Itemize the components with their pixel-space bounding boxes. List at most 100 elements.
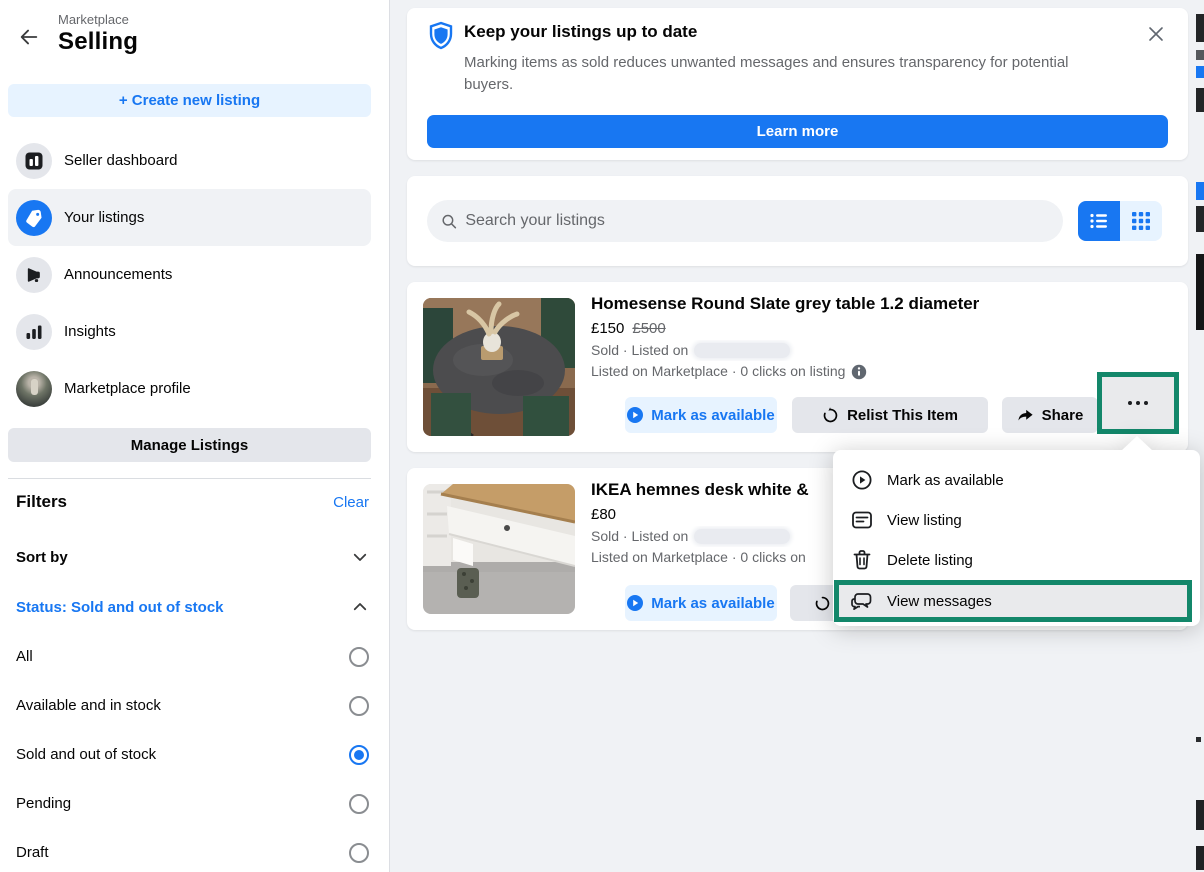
menu-item-mark-as-available[interactable]: Mark as available [833, 460, 1200, 500]
mark-as-available-button[interactable]: Mark as available [625, 397, 777, 433]
screen-artifact [1196, 254, 1204, 330]
chevron-up-icon [351, 598, 369, 616]
listing-price: £150 [591, 320, 624, 337]
radio-draft[interactable] [349, 843, 369, 863]
context-menu: Mark as available View listing Delete li… [833, 450, 1200, 626]
search-input[interactable] [465, 212, 1049, 230]
listing-meta: Listed on Marketplace · 0 clicks on [591, 547, 806, 568]
status-option-draft[interactable]: Draft [16, 828, 369, 872]
sidebar-item-seller-dashboard[interactable]: Seller dashboard [8, 132, 371, 189]
screen-artifact [1196, 14, 1204, 42]
listing-image-table[interactable] [423, 298, 575, 436]
back-arrow-icon [18, 26, 40, 48]
info-banner: Keep your listings up to date Marking it… [407, 8, 1188, 160]
search-card [407, 176, 1188, 266]
sidebar-header: Marketplace Selling [14, 12, 373, 56]
sidebar-item-label: Your listings [64, 209, 144, 226]
share-button[interactable]: Share [1002, 397, 1098, 433]
listing-meta: Listed on Marketplace · 0 clicks on list… [591, 361, 845, 382]
trash-icon [851, 550, 873, 570]
avatar [16, 371, 52, 407]
sidebar-nav: Seller dashboard Your listings Announcem… [8, 132, 371, 417]
menu-item-label: Delete listing [887, 552, 973, 569]
screen-artifact [1196, 206, 1204, 232]
option-label: Sold and out of stock [16, 746, 156, 763]
status-filter-label: Status: Sold and out of stock [16, 599, 224, 616]
sidebar-item-label: Insights [64, 323, 116, 340]
mark-as-available-button[interactable]: Mark as available [625, 585, 777, 621]
sidebar-item-label: Seller dashboard [64, 152, 177, 169]
clear-filters-link[interactable]: Clear [333, 494, 369, 511]
screen-artifact [1196, 800, 1204, 830]
relist-icon [822, 407, 839, 424]
list-view-icon [1089, 212, 1109, 230]
grid-view-button[interactable] [1120, 201, 1162, 241]
list-view-button[interactable] [1078, 201, 1120, 241]
sidebar-item-insights[interactable]: Insights [8, 303, 371, 360]
menu-item-delete-listing[interactable]: Delete listing [833, 540, 1200, 580]
search-bar[interactable] [427, 200, 1063, 242]
listing-price: £80 [591, 506, 616, 523]
main-content: Keep your listings up to date Marking it… [390, 0, 1204, 872]
filters-heading: Filters [16, 492, 67, 512]
radio-all[interactable] [349, 647, 369, 667]
dashboard-icon [16, 143, 52, 179]
view-toggle [1078, 201, 1162, 241]
listing-original-price: £500 [632, 320, 665, 337]
status-option-pending[interactable]: Pending [16, 779, 369, 828]
relist-icon [814, 595, 831, 612]
create-new-listing-button[interactable]: + Create new listing [8, 84, 371, 117]
play-circle-icon [851, 470, 873, 490]
status-option-sold[interactable]: Sold and out of stock [16, 730, 369, 779]
breadcrumb: Marketplace [58, 12, 138, 27]
chat-icon [851, 591, 873, 611]
close-icon[interactable] [1142, 20, 1170, 48]
tag-icon [16, 200, 52, 236]
menu-item-view-messages[interactable]: View messages [834, 580, 1192, 622]
insights-icon [16, 314, 52, 350]
relist-this-item-button[interactable]: Relist This Item [792, 397, 988, 433]
screen-artifact [1196, 737, 1201, 742]
menu-notch [1121, 436, 1153, 451]
divider [8, 478, 371, 479]
menu-item-view-listing[interactable]: View listing [833, 500, 1200, 540]
manage-listings-button[interactable]: Manage Listings [8, 428, 371, 462]
screen-artifact [1196, 88, 1204, 112]
sidebar-item-marketplace-profile[interactable]: Marketplace profile [8, 360, 371, 417]
menu-item-label: Mark as available [887, 472, 1004, 489]
listing-status: Sold · Listed on [591, 526, 688, 547]
radio-sold-selected[interactable] [349, 745, 369, 765]
sidebar-item-your-listings[interactable]: Your listings [8, 189, 371, 246]
play-circle-icon [627, 407, 643, 423]
document-icon [851, 511, 873, 529]
info-icon[interactable] [851, 364, 867, 380]
redacted-date [694, 343, 790, 358]
share-icon [1017, 407, 1034, 424]
sidebar-item-announcements[interactable]: Announcements [8, 246, 371, 303]
back-button[interactable] [14, 22, 44, 52]
learn-more-button[interactable]: Learn more [427, 115, 1168, 148]
search-icon [441, 213, 457, 230]
sidebar-item-label: Announcements [64, 266, 172, 283]
play-circle-icon [627, 595, 643, 611]
status-option-available[interactable]: Available and in stock [16, 681, 369, 730]
listing-card-table: Homesense Round Slate grey table 1.2 dia… [407, 282, 1188, 452]
redacted-date [694, 529, 790, 544]
listing-status: Sold · Listed on [591, 340, 688, 361]
sort-by-row[interactable]: Sort by [16, 548, 369, 566]
status-filter-row[interactable]: Status: Sold and out of stock [16, 598, 369, 616]
radio-available[interactable] [349, 696, 369, 716]
listing-title[interactable]: Homesense Round Slate grey table 1.2 dia… [591, 292, 1176, 316]
screen-artifact [1196, 50, 1204, 60]
sidebar: Marketplace Selling + Create new listing… [0, 0, 390, 872]
status-option-all[interactable]: All [16, 632, 369, 681]
more-options-button[interactable] [1097, 372, 1179, 434]
status-options: All Available and in stock Sold and out … [16, 632, 369, 872]
menu-item-label: View listing [887, 512, 962, 529]
radio-pending[interactable] [349, 794, 369, 814]
listing-image-desk[interactable] [423, 484, 575, 614]
sidebar-item-label: Marketplace profile [64, 380, 191, 397]
option-label: All [16, 648, 33, 665]
sort-by-label: Sort by [16, 549, 68, 566]
option-label: Draft [16, 844, 49, 861]
